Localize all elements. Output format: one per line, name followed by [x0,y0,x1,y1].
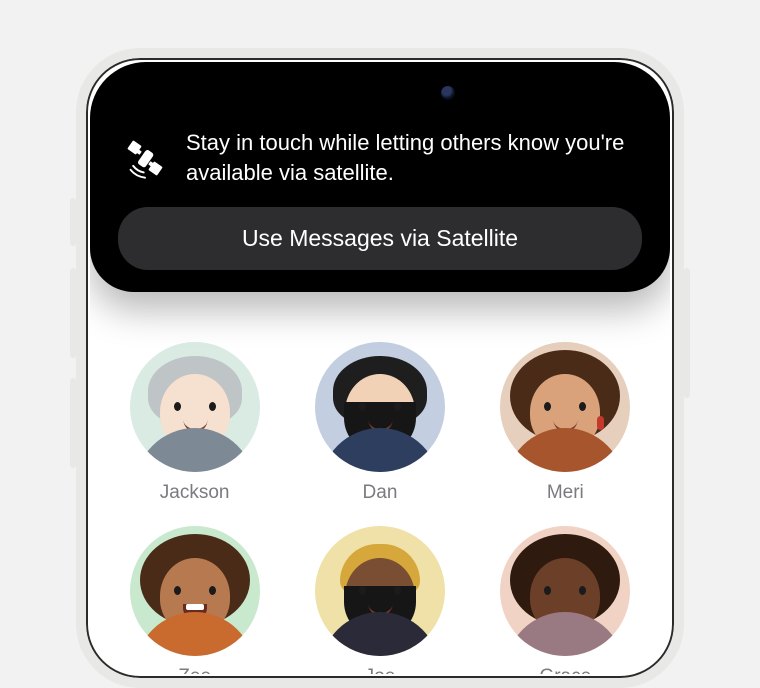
contact-name-label: Grace [539,666,591,674]
contact-name-label: Joe [365,666,396,674]
avatar [500,526,630,656]
avatar [315,526,445,656]
contact-item-meri[interactable]: Meri [500,342,630,504]
contact-item-zee[interactable]: Zee [130,526,260,674]
contacts-grid: Jackson Dan Meri [90,342,670,674]
use-satellite-button[interactable]: Use Messages via Satellite [118,207,642,270]
contact-name-label: Jackson [160,482,230,504]
satellite-icon [124,137,166,179]
avatar [500,342,630,472]
contact-item-grace[interactable]: Grace [500,526,630,674]
phone-frame: Stay in touch while letting others know … [76,48,684,688]
satellite-banner: Stay in touch while letting others know … [90,62,670,292]
front-camera-icon [441,86,455,100]
contact-name-label: Meri [547,482,584,504]
contact-name-label: Dan [363,482,398,504]
avatar [315,342,445,472]
contact-item-dan[interactable]: Dan [315,342,445,504]
contact-item-jackson[interactable]: Jackson [130,342,260,504]
dynamic-island [295,76,465,110]
contact-item-joe[interactable]: Joe [315,526,445,674]
avatar [130,526,260,656]
phone-screen: Stay in touch while letting others know … [90,62,670,674]
contact-name-label: Zee [178,666,211,674]
avatar [130,342,260,472]
banner-message: Stay in touch while letting others know … [186,128,642,187]
